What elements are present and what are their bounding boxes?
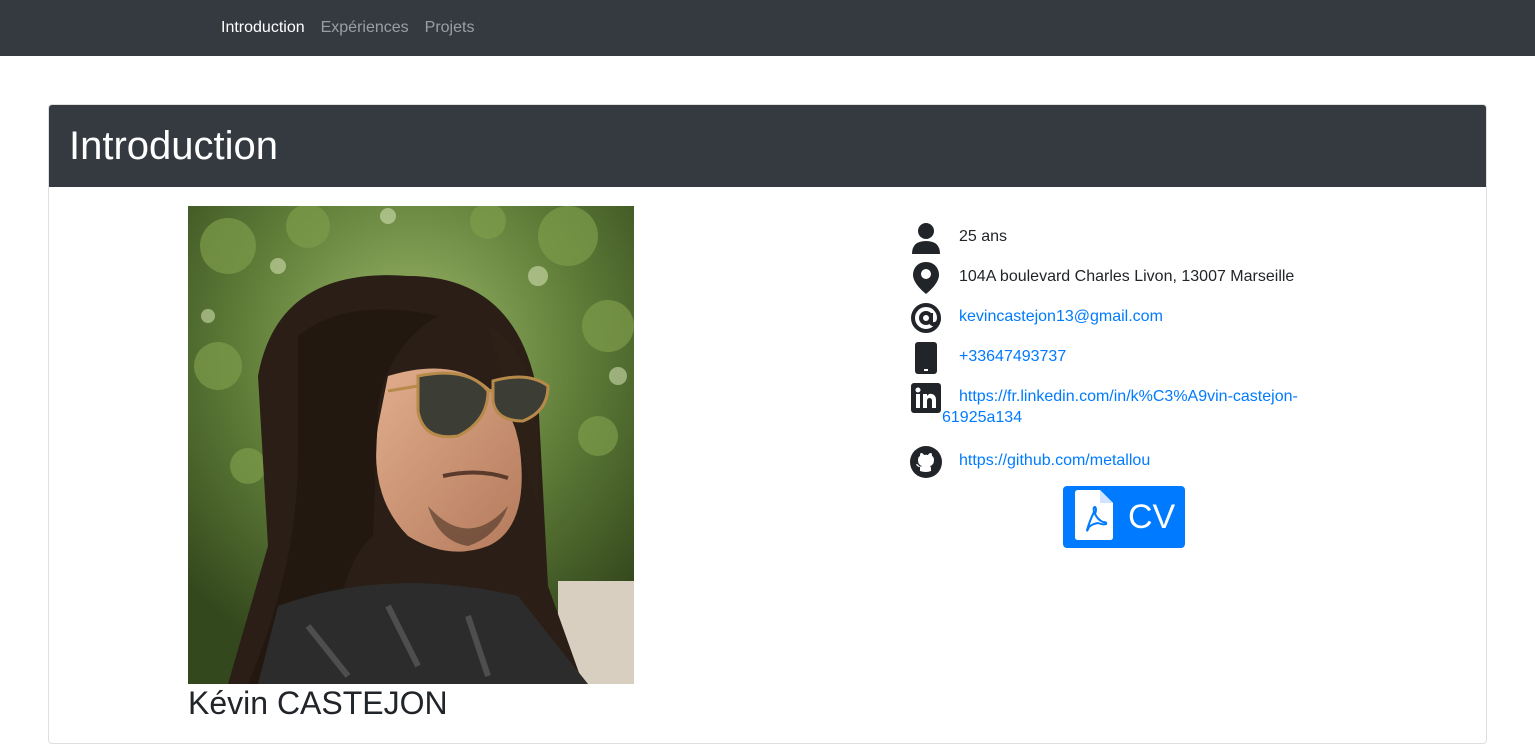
card-title: Introduction xyxy=(69,124,279,168)
github-icon xyxy=(909,445,943,479)
nav-link-projets[interactable]: Projets xyxy=(417,0,483,56)
cv-download-button[interactable]: CV xyxy=(1063,486,1185,548)
profile-name: Kévin CASTEJON xyxy=(188,685,448,721)
cv-label: CV xyxy=(1128,498,1176,536)
linkedin-link-line1[interactable]: https://fr.linkedin.com/in/k%C3%A9vin-ca… xyxy=(943,381,1298,409)
map-pin-icon xyxy=(909,261,943,295)
age-text: 25 ans xyxy=(959,228,1008,245)
address-row: 104A boulevard Charles Livon, 13007 Mars… xyxy=(909,261,1329,295)
user-icon xyxy=(909,221,943,255)
email-link[interactable]: kevincastejon13@gmail.com xyxy=(943,301,1163,329)
github-row: https://github.com/metallou xyxy=(909,445,1329,479)
pdf-file-icon xyxy=(1075,489,1113,545)
introduction-card: Introduction Kévin CASTEJON 25 ans 104A … xyxy=(48,104,1487,744)
github-link[interactable]: https://github.com/metallou xyxy=(943,445,1150,473)
top-navbar: Introduction Expériences Projets xyxy=(0,0,1535,56)
address-text: 104A boulevard Charles Livon, 13007 Mars… xyxy=(959,268,1295,285)
at-icon xyxy=(909,301,943,335)
profile-photo xyxy=(188,206,634,684)
phone-row: +33647493737 xyxy=(909,341,1329,375)
nav-links: Introduction Expériences Projets xyxy=(213,0,482,56)
linkedin-icon xyxy=(909,381,943,415)
linkedin-link-line2[interactable]: 61925a134 xyxy=(942,406,1382,430)
phone-link[interactable]: +33647493737 xyxy=(943,341,1066,369)
nav-link-experiences[interactable]: Expériences xyxy=(313,0,417,56)
email-row: kevincastejon13@gmail.com xyxy=(909,301,1329,335)
phone-icon xyxy=(909,341,943,375)
card-header: Introduction xyxy=(49,105,1486,187)
age-row: 25 ans xyxy=(909,221,1329,255)
nav-link-introduction[interactable]: Introduction xyxy=(213,0,313,56)
